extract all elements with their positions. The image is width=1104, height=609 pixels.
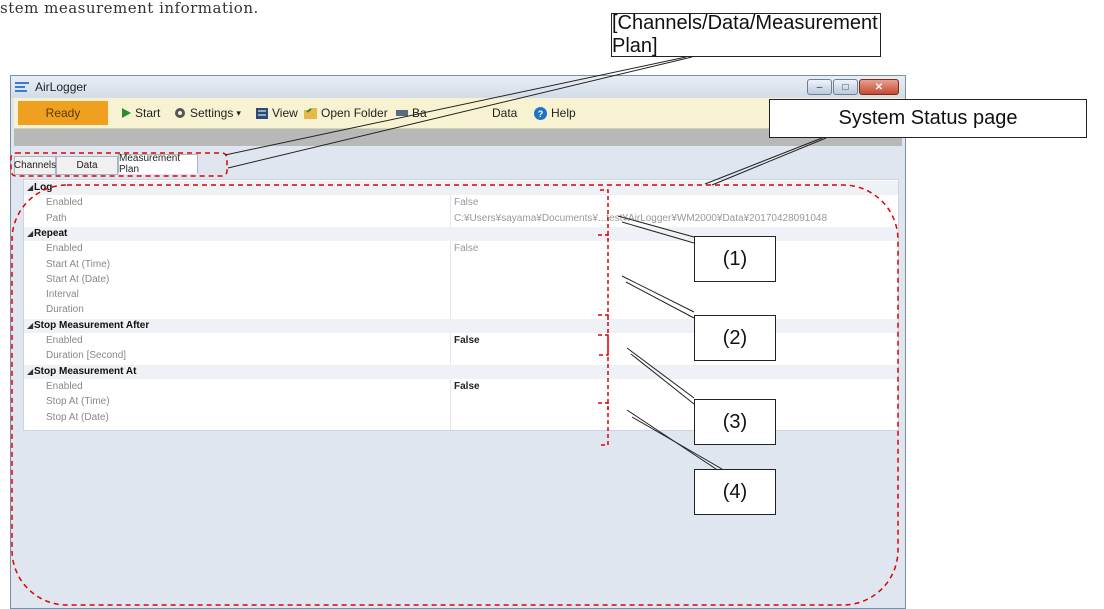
chevron-down-icon: ▾ bbox=[236, 107, 241, 118]
settings-label: Settings bbox=[190, 106, 234, 120]
play-icon bbox=[122, 108, 131, 118]
help-button[interactable]: ? Help bbox=[534, 106, 576, 120]
view-button[interactable]: View bbox=[256, 106, 298, 120]
category-label: Stop Measurement After bbox=[34, 319, 150, 331]
back-button[interactable]: Ba bbox=[396, 106, 427, 120]
property-value[interactable]: C:¥Users¥sayama¥Documents¥...test¥AirLog… bbox=[454, 213, 827, 224]
property-label: Stop At (Date) bbox=[46, 411, 109, 423]
category-label: Repeat bbox=[34, 227, 68, 239]
property-value[interactable]: False bbox=[454, 335, 480, 346]
maximize-button[interactable]: □ bbox=[833, 79, 858, 95]
callout-system-status: System Status page bbox=[769, 99, 1087, 138]
collapse-arrow-icon[interactable]: ◢ bbox=[27, 183, 33, 192]
property-label: Enabled bbox=[46, 243, 83, 255]
back-label: Ba bbox=[412, 106, 427, 120]
title-bar: AirLogger – □ ✕ bbox=[11, 76, 905, 98]
tab-data[interactable]: Data bbox=[56, 156, 118, 175]
property-label: Duration bbox=[46, 304, 84, 316]
window-title: AirLogger bbox=[35, 80, 88, 94]
property-label: Start At (Date) bbox=[46, 273, 110, 285]
folder-icon bbox=[304, 107, 317, 119]
close-button[interactable]: ✕ bbox=[859, 79, 899, 95]
callout-2: (2) bbox=[694, 315, 776, 361]
property-row[interactable]: Enabled False bbox=[24, 196, 898, 210]
open-folder-label: Open Folder bbox=[321, 106, 388, 120]
open-folder-button[interactable]: Open Folder bbox=[304, 106, 388, 120]
status-badge: Ready bbox=[18, 101, 108, 125]
window-controls: – □ ✕ bbox=[806, 79, 899, 95]
view-label: View bbox=[272, 106, 298, 120]
property-row[interactable]: Path C:¥Users¥sayama¥Documents¥...test¥Ai… bbox=[24, 212, 898, 226]
property-row[interactable]: Interval bbox=[24, 288, 898, 302]
callout-3: (3) bbox=[694, 399, 776, 445]
collapse-arrow-icon[interactable]: ◢ bbox=[27, 367, 33, 376]
property-label: Duration [Second] bbox=[46, 350, 127, 362]
category-label: Log bbox=[34, 182, 53, 193]
document-text: stem measurement information. bbox=[0, 0, 259, 17]
data-button[interactable]: Data bbox=[492, 106, 517, 120]
category-row[interactable]: ◢ Stop Measurement At bbox=[24, 364, 898, 379]
callout-1: (1) bbox=[694, 236, 776, 282]
tab-channels[interactable]: Channels bbox=[14, 156, 56, 175]
gear-icon bbox=[175, 108, 185, 118]
property-label: Path bbox=[46, 212, 67, 224]
category-label: Stop Measurement At bbox=[34, 365, 137, 377]
collapse-arrow-icon[interactable]: ◢ bbox=[27, 229, 33, 238]
property-label: Start At (Time) bbox=[46, 258, 111, 270]
svg-text:?: ? bbox=[538, 109, 544, 119]
data-label: Data bbox=[492, 106, 518, 120]
collapse-arrow-icon[interactable]: ◢ bbox=[27, 321, 33, 330]
start-button[interactable]: Start bbox=[122, 106, 160, 120]
help-icon: ? bbox=[534, 106, 547, 120]
app-icon bbox=[15, 82, 29, 92]
start-label: Start bbox=[135, 106, 161, 120]
category-row[interactable]: ◢ Log bbox=[24, 181, 898, 195]
property-label: Stop At (Time) bbox=[46, 396, 110, 408]
help-label: Help bbox=[551, 106, 576, 120]
property-label: Enabled bbox=[46, 197, 83, 209]
settings-button[interactable]: Settings ▾ bbox=[174, 106, 241, 120]
callout-4: (4) bbox=[694, 469, 776, 515]
property-label: Enabled bbox=[46, 380, 83, 392]
property-grid: ◢ Log Enabled False Path C:¥Users¥sayama¥Docu… bbox=[23, 179, 899, 431]
property-row[interactable]: Enabled False bbox=[24, 380, 898, 394]
property-label: Enabled bbox=[46, 335, 83, 346]
property-label: Interval bbox=[46, 289, 79, 301]
view-icon bbox=[256, 107, 268, 119]
property-value[interactable]: False bbox=[454, 243, 478, 254]
property-value[interactable]: False bbox=[454, 381, 480, 392]
back-icon bbox=[396, 110, 408, 116]
property-value[interactable]: False bbox=[454, 197, 478, 208]
tab-measurement-plan[interactable]: Measurement Plan bbox=[118, 153, 198, 175]
minimize-button[interactable]: – bbox=[807, 79, 832, 95]
callout-tabs: [Channels/Data/Measurement Plan] bbox=[611, 12, 881, 57]
